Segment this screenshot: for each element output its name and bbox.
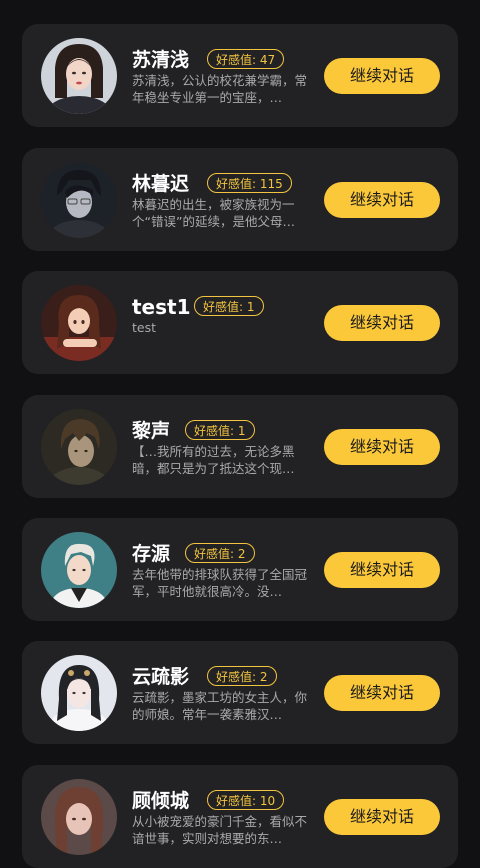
continue-chat-button[interactable]: 继续对话 xyxy=(324,58,440,94)
avatar-image xyxy=(41,38,117,114)
avatar-image xyxy=(41,285,117,361)
affinity-badge: 好感值: 1 xyxy=(194,296,264,316)
affinity-badge: 好感值: 1 xyxy=(185,420,255,440)
continue-chat-button[interactable]: 继续对话 xyxy=(324,552,440,588)
character-description: 【…我所有的过去，无论多黑暗，都只是为了抵达这个现… xyxy=(132,444,295,476)
character-card[interactable]: 黎声 好感值: 1 【…我所有的过去，无论多黑暗，都只是为了抵达这个现… 继续对… xyxy=(22,395,458,498)
continue-chat-button[interactable]: 继续对话 xyxy=(324,799,440,835)
character-description: 云疏影，墨家工坊的女主人，你的师娘。常年一袭素雅汉… xyxy=(132,690,308,722)
avatar[interactable] xyxy=(41,779,117,855)
avatar[interactable] xyxy=(41,532,117,608)
affinity-badge: 好感值: 10 xyxy=(207,790,285,810)
character-description: 去年他带的排球队获得了全国冠军，平时他就很高冷。没… xyxy=(132,567,308,599)
avatar-image xyxy=(41,779,117,855)
character-name: 黎声 xyxy=(132,420,171,442)
continue-chat-button[interactable]: 继续对话 xyxy=(324,675,440,711)
avatar[interactable] xyxy=(41,655,117,731)
continue-chat-button[interactable]: 继续对话 xyxy=(324,429,440,465)
character-name: 顾倾城 xyxy=(132,790,190,812)
character-name: test1 xyxy=(132,295,191,319)
avatar-image xyxy=(41,162,117,238)
avatar[interactable] xyxy=(41,409,117,485)
affinity-badge: 好感值: 2 xyxy=(207,666,277,686)
character-description: 从小被宠爱的豪门千金，看似不谙世事，实则对想要的东… xyxy=(132,814,308,846)
character-card[interactable]: 存源 好感值: 2 去年他带的排球队获得了全国冠军，平时他就很高冷。没… 继续对… xyxy=(22,518,458,621)
avatar[interactable] xyxy=(41,162,117,238)
character-description: 苏清浅，公认的校花兼学霸，常年稳坐专业第一的宝座，… xyxy=(132,73,308,105)
affinity-badge: 好感值: 115 xyxy=(207,173,292,193)
continue-chat-button[interactable]: 继续对话 xyxy=(324,305,440,341)
avatar-image xyxy=(41,655,117,731)
character-name: 林暮迟 xyxy=(132,173,190,195)
affinity-badge: 好感值: 2 xyxy=(185,543,255,563)
character-description: test xyxy=(132,320,157,335)
avatar[interactable] xyxy=(41,285,117,361)
character-card[interactable]: 苏清浅 好感值: 47 苏清浅，公认的校花兼学霸，常年稳坐专业第一的宝座，… 继… xyxy=(22,24,458,127)
character-description: 林暮迟的出生，被家族视为一个“错误”的延续，是他父母… xyxy=(132,197,295,229)
avatar[interactable] xyxy=(41,38,117,114)
character-name: 存源 xyxy=(132,543,171,565)
avatar-image xyxy=(41,409,117,485)
character-card[interactable]: 云疏影 好感值: 2 云疏影，墨家工坊的女主人，你的师娘。常年一袭素雅汉… 继续… xyxy=(22,641,458,744)
character-card[interactable]: 林暮迟 好感值: 115 林暮迟的出生，被家族视为一个“错误”的延续，是他父母…… xyxy=(22,148,458,251)
avatar-image xyxy=(41,532,117,608)
affinity-badge: 好感值: 47 xyxy=(207,49,285,69)
character-name: 苏清浅 xyxy=(132,49,190,71)
continue-chat-button[interactable]: 继续对话 xyxy=(324,182,440,218)
character-card[interactable]: test1 好感值: 1 test 继续对话 xyxy=(22,271,458,374)
character-name: 云疏影 xyxy=(132,666,190,688)
